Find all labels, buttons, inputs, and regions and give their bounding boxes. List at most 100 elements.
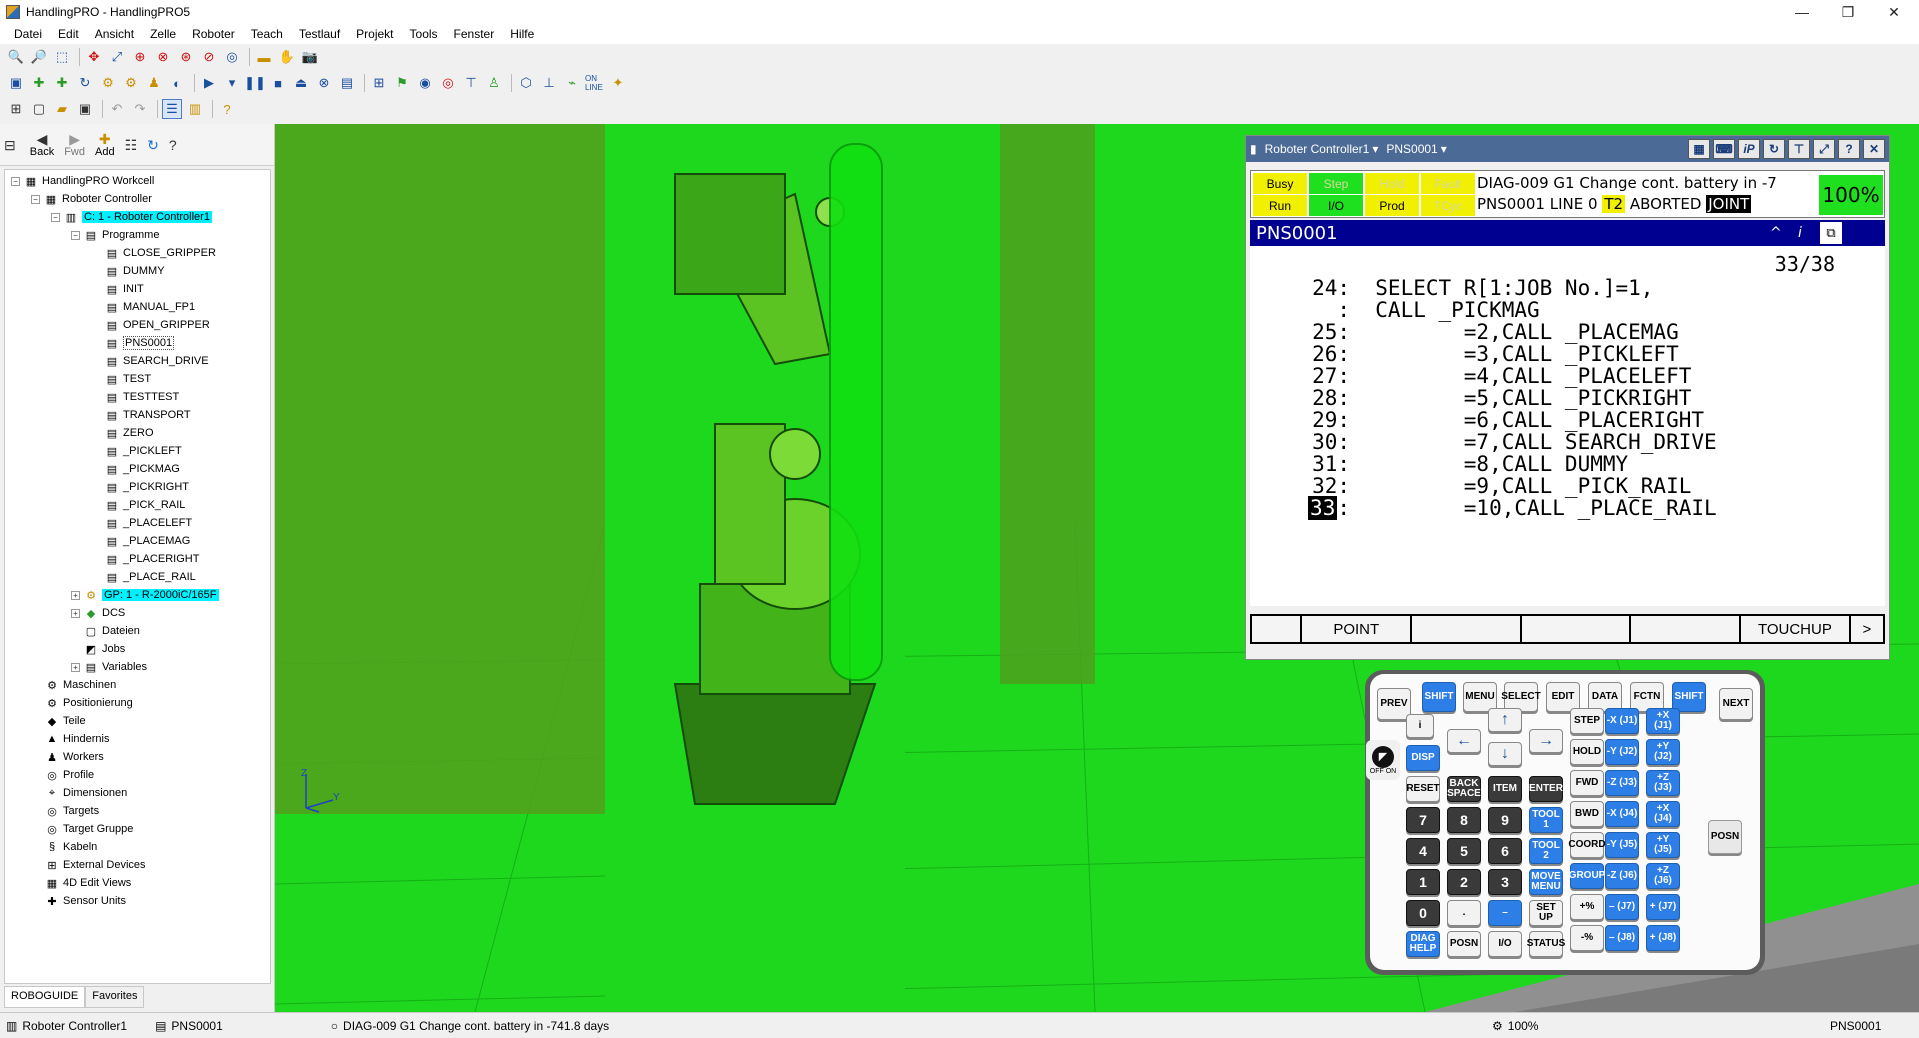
pin-button[interactable]: ⊤ [1788,139,1810,159]
keyboard-button[interactable]: ⌨ [1713,139,1735,159]
key-digit-8[interactable]: 8 [1447,807,1481,833]
maximize-button[interactable]: ❐ [1825,0,1871,24]
jog-w-icon[interactable]: ⊘ [199,47,219,67]
tree-root-item[interactable]: ◎ Targets [45,802,99,820]
function-key-f2[interactable] [1412,616,1520,642]
key-group[interactable]: GROUP [1569,863,1605,889]
menu-edit[interactable]: Edit [50,24,87,44]
tree-programs[interactable]: − ▤ Programme [71,226,159,244]
key-digit-4[interactable]: 4 [1406,838,1440,864]
refresh-button[interactable]: ↻ [147,138,159,152]
key-digit-2[interactable]: 2 [1447,869,1481,895]
key-digit-9[interactable]: 9 [1488,807,1522,833]
program-select[interactable]: PNS0001 [1386,142,1437,156]
tab-roboguide[interactable]: ROBOGUIDE [4,986,86,1008]
save-icon[interactable]: ▣ [75,99,95,119]
menu-projekt[interactable]: Projekt [348,24,401,44]
tree-program-item[interactable]: ▤ _PLACE_RAIL [105,568,196,586]
key-jog-8[interactable]: -Y (J5) [1605,832,1639,858]
key-jog-4[interactable]: -Z (J3) [1605,770,1639,796]
info-icon[interactable]: i [1798,225,1802,241]
cube-icon[interactable]: ⬡ [516,73,536,93]
hand-icon[interactable]: ✋ [277,47,297,67]
sign-icon[interactable]: ⊤ [461,73,481,93]
person-icon[interactable]: ♟ [144,73,164,93]
function-key-f6[interactable]: > [1850,616,1884,642]
tree-toggle-button[interactable]: ☷ [125,138,138,152]
tree-dcs[interactable]: + ◆ DCS [71,604,125,622]
function-key-f0[interactable] [1252,616,1301,642]
gripper-icon[interactable]: ◐ [167,73,187,93]
key-up-arrow[interactable]: ↑ [1488,708,1522,732]
tree-program-item[interactable]: ▤ _PLACERIGHT [105,550,200,568]
tree-program-item[interactable]: ▤ SEARCH_DRIVE [105,352,209,370]
menu-teach[interactable]: Teach [243,24,291,44]
menu-zelle[interactable]: Zelle [142,24,184,44]
tree-program-item[interactable]: ▤ CLOSE_GRIPPER [105,244,216,262]
key-jog-2[interactable]: -Y (J2) [1605,739,1639,765]
key-jog-14[interactable]: – (J8) [1605,925,1639,951]
program-line[interactable]: 33: =10,CALL _PLACE_RAIL [1250,496,1717,522]
chart-icon[interactable]: ⌁ [562,73,582,93]
tree-root-item[interactable]: ⊞ External Devices [45,856,145,874]
tree-controller[interactable]: − ▥ C: 1 - Roboter Controller1 [51,208,212,226]
menu-roboter[interactable]: Roboter [184,24,243,44]
play-icon[interactable]: ▶ [199,73,219,93]
detach-button[interactable]: ⤢ [1813,139,1835,159]
tree-gp[interactable]: + ⚙ GP: 1 - R-2000iC/165F [71,586,219,604]
eject-icon[interactable]: ⏏ [291,73,311,93]
bars-icon[interactable]: ▥ [185,99,205,119]
tree-jobs[interactable]: ◩ Jobs [84,640,125,658]
browser-home-button[interactable]: ⊟ [4,138,16,152]
key-info[interactable]: i [1406,714,1434,738]
tree-root-item[interactable]: ✚ Sensor Units [45,892,126,910]
key-digit-1[interactable]: 1 [1406,869,1440,895]
key-next[interactable]: NEXT [1719,688,1753,720]
key-jog-15[interactable]: + (J8) [1646,925,1680,951]
zoom-fit-icon[interactable]: ⬚ [52,47,72,67]
pendant-view-button[interactable]: ▦ [1688,139,1710,159]
tree-program-item[interactable]: ▤ _PICK_RAIL [105,496,186,514]
tree-program-item[interactable]: ▤ _PICKRIGHT [105,478,189,496]
key-diag-help[interactable]: DIAG HELP [1406,931,1440,957]
abort-icon[interactable]: ⊗ [314,73,334,93]
menu-ansicht[interactable]: Ansicht [87,24,142,44]
step-icon[interactable]: ▾ [222,73,242,93]
deadman-switch[interactable]: ◤ OFF ON [1366,740,1400,780]
controller-select[interactable]: Roboter Controller1 [1265,142,1370,156]
key-reset[interactable]: RESET [1406,776,1440,802]
panel-icon[interactable]: ▤ [337,73,357,93]
key-minus-percent[interactable]: -% [1570,925,1604,951]
tree-root-item[interactable]: ▦ 4D Edit Views [45,874,131,892]
menu-tools[interactable]: Tools [402,24,446,44]
robot-yellow-icon[interactable]: ✦ [608,73,628,93]
key-jog-13[interactable]: + (J7) [1646,894,1680,920]
tab-favorites[interactable]: Favorites [85,986,145,1008]
tree-program-item[interactable]: ▤ PNS0001 [105,334,175,352]
key-move-menu[interactable]: MOVE MENU [1529,869,1563,895]
key-jog-0[interactable]: -X (J1) [1605,708,1639,734]
cycle-icon[interactable]: ↻ [75,73,95,93]
tree-root-item[interactable]: ♟ Workers [45,748,104,766]
expand-icon[interactable]: ⧉ [1820,222,1842,244]
ip-button[interactable]: iP [1738,139,1760,159]
pause-icon[interactable]: ❚❚ [244,73,266,93]
worker-icon[interactable]: ♙ [484,73,504,93]
menu-datei[interactable]: Datei [6,24,50,44]
tree-root-item[interactable]: ⌖ Dimensionen [45,784,127,802]
key-dot[interactable]: . [1447,900,1481,926]
key-jog-10[interactable]: -Z (J6) [1605,863,1639,889]
stop-icon[interactable]: ■ [268,73,288,93]
key-posn-side[interactable]: POSN [1708,820,1742,854]
key-digit-5[interactable]: 5 [1447,838,1481,864]
grid-icon[interactable]: ⊞ [6,99,26,119]
close-button[interactable]: ✕ [1871,0,1917,24]
key-hold[interactable]: HOLD [1570,739,1604,765]
key-tool2[interactable]: TOOL 2 [1529,838,1563,864]
tree-program-item[interactable]: ▤ TESTTEST [105,388,179,406]
function-key-f5[interactable]: TOUCHUP [1741,616,1849,642]
camera-icon[interactable]: 📷 [300,47,320,67]
caret-up-icon[interactable]: ^ [1770,225,1782,241]
key-jog-3[interactable]: +Y (J2) [1646,739,1680,765]
tree-program-item[interactable]: ▤ TEST [105,370,151,388]
